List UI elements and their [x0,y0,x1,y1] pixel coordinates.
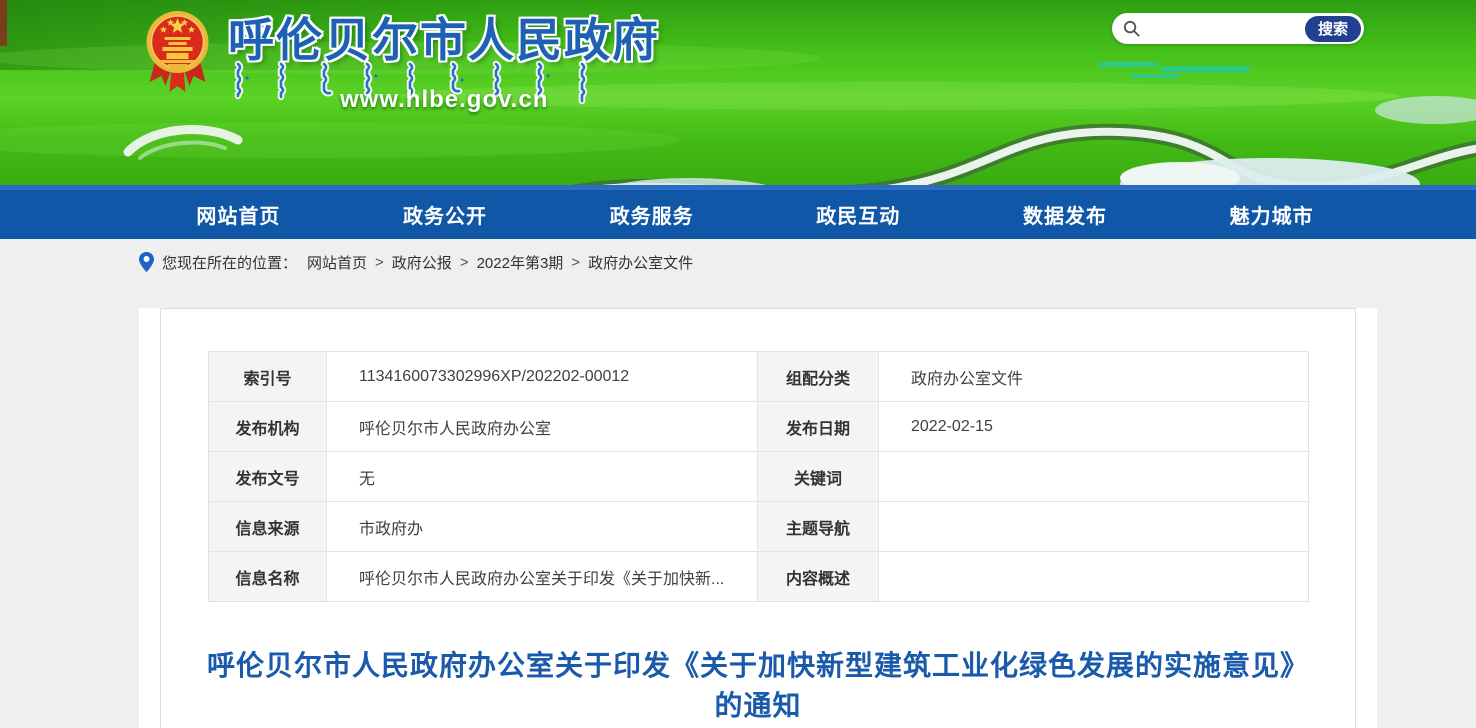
meta-value-agency: 呼伦贝尔市人民政府办公室 [327,402,758,452]
breadcrumb-separator: > [375,254,384,271]
breadcrumb-prefix: 您现在所在的位置： [162,252,297,273]
breadcrumb-separator: > [460,254,469,271]
meta-label-name: 信息名称 [209,552,327,602]
table-row: 发布文号 无 关键词 [209,452,1309,502]
site-url: www.hlbe.gov.cn [340,86,548,114]
meta-label-category: 组配分类 [758,352,879,402]
meta-value-docnum: 无 [327,452,758,502]
article-container: 索引号 1134160073302996XP/202202-00012 组配分类… [160,308,1356,728]
national-emblem-logo [140,8,215,103]
main-nav: 网站首页 政务公开 政务服务 政民互动 数据发布 魅力城市 [0,188,1476,239]
nav-item-gov-info[interactable]: 政务公开 [403,200,487,229]
meta-label-docnum: 发布文号 [209,452,327,502]
content-card: 索引号 1134160073302996XP/202202-00012 组配分类… [139,308,1377,728]
meta-value-name: 呼伦贝尔市人民政府办公室关于印发《关于加快新... [327,552,758,602]
breadcrumb-separator: > [571,254,580,271]
search-icon [1122,19,1141,38]
breadcrumb: 您现在所在的位置： 网站首页 > 政府公报 > 2022年第3期 > 政府办公室… [139,252,697,273]
search-bar[interactable]: 搜索 [1112,13,1364,44]
breadcrumb-item-gazette[interactable]: 政府公报 [392,252,452,273]
meta-label-date: 发布日期 [758,402,879,452]
meta-value-source: 市政府办 [327,502,758,552]
header-banner: 呼伦贝尔市人民政府 [0,0,1476,188]
meta-label-index: 索引号 [209,352,327,402]
breadcrumb-item-issue[interactable]: 2022年第3期 [477,252,564,273]
table-row: 索引号 1134160073302996XP/202202-00012 组配分类… [209,352,1309,402]
meta-value-keywords [879,452,1309,502]
meta-label-source: 信息来源 [209,502,327,552]
nav-item-city[interactable]: 魅力城市 [1230,200,1314,229]
table-row: 信息名称 呼伦贝尔市人民政府办公室关于印发《关于加快新... 内容概述 [209,552,1309,602]
breadcrumb-bar: 您现在所在的位置： 网站首页 > 政府公报 > 2022年第3期 > 政府办公室… [0,239,1476,285]
nav-item-interaction[interactable]: 政民互动 [816,200,900,229]
nav-item-home[interactable]: 网站首页 [196,200,280,229]
document-meta-table: 索引号 1134160073302996XP/202202-00012 组配分类… [208,351,1309,602]
meta-value-date: 2022-02-15 [879,402,1309,452]
meta-label-topic: 主题导航 [758,502,879,552]
meta-value-summary [879,552,1309,602]
breadcrumb-item-home[interactable]: 网站首页 [307,252,367,273]
nav-item-data[interactable]: 数据发布 [1023,200,1107,229]
search-input[interactable] [1146,15,1306,41]
meta-value-index: 1134160073302996XP/202202-00012 [327,352,758,402]
location-pin-icon [139,252,154,272]
meta-value-topic [879,502,1309,552]
meta-label-summary: 内容概述 [758,552,879,602]
table-row: 信息来源 市政府办 主题导航 [209,502,1309,552]
meta-label-agency: 发布机构 [209,402,327,452]
document-title: 呼伦贝尔市人民政府办公室关于印发《关于加快新型建筑工业化绿色发展的实施意见》的通… [206,646,1310,726]
search-button[interactable]: 搜索 [1305,16,1361,42]
nav-item-gov-service[interactable]: 政务服务 [610,200,694,229]
breadcrumb-item-docs[interactable]: 政府办公室文件 [588,252,693,273]
meta-label-keywords: 关键词 [758,452,879,502]
meta-value-category: 政府办公室文件 [879,352,1309,402]
table-row: 发布机构 呼伦贝尔市人民政府办公室 发布日期 2022-02-15 [209,402,1309,452]
